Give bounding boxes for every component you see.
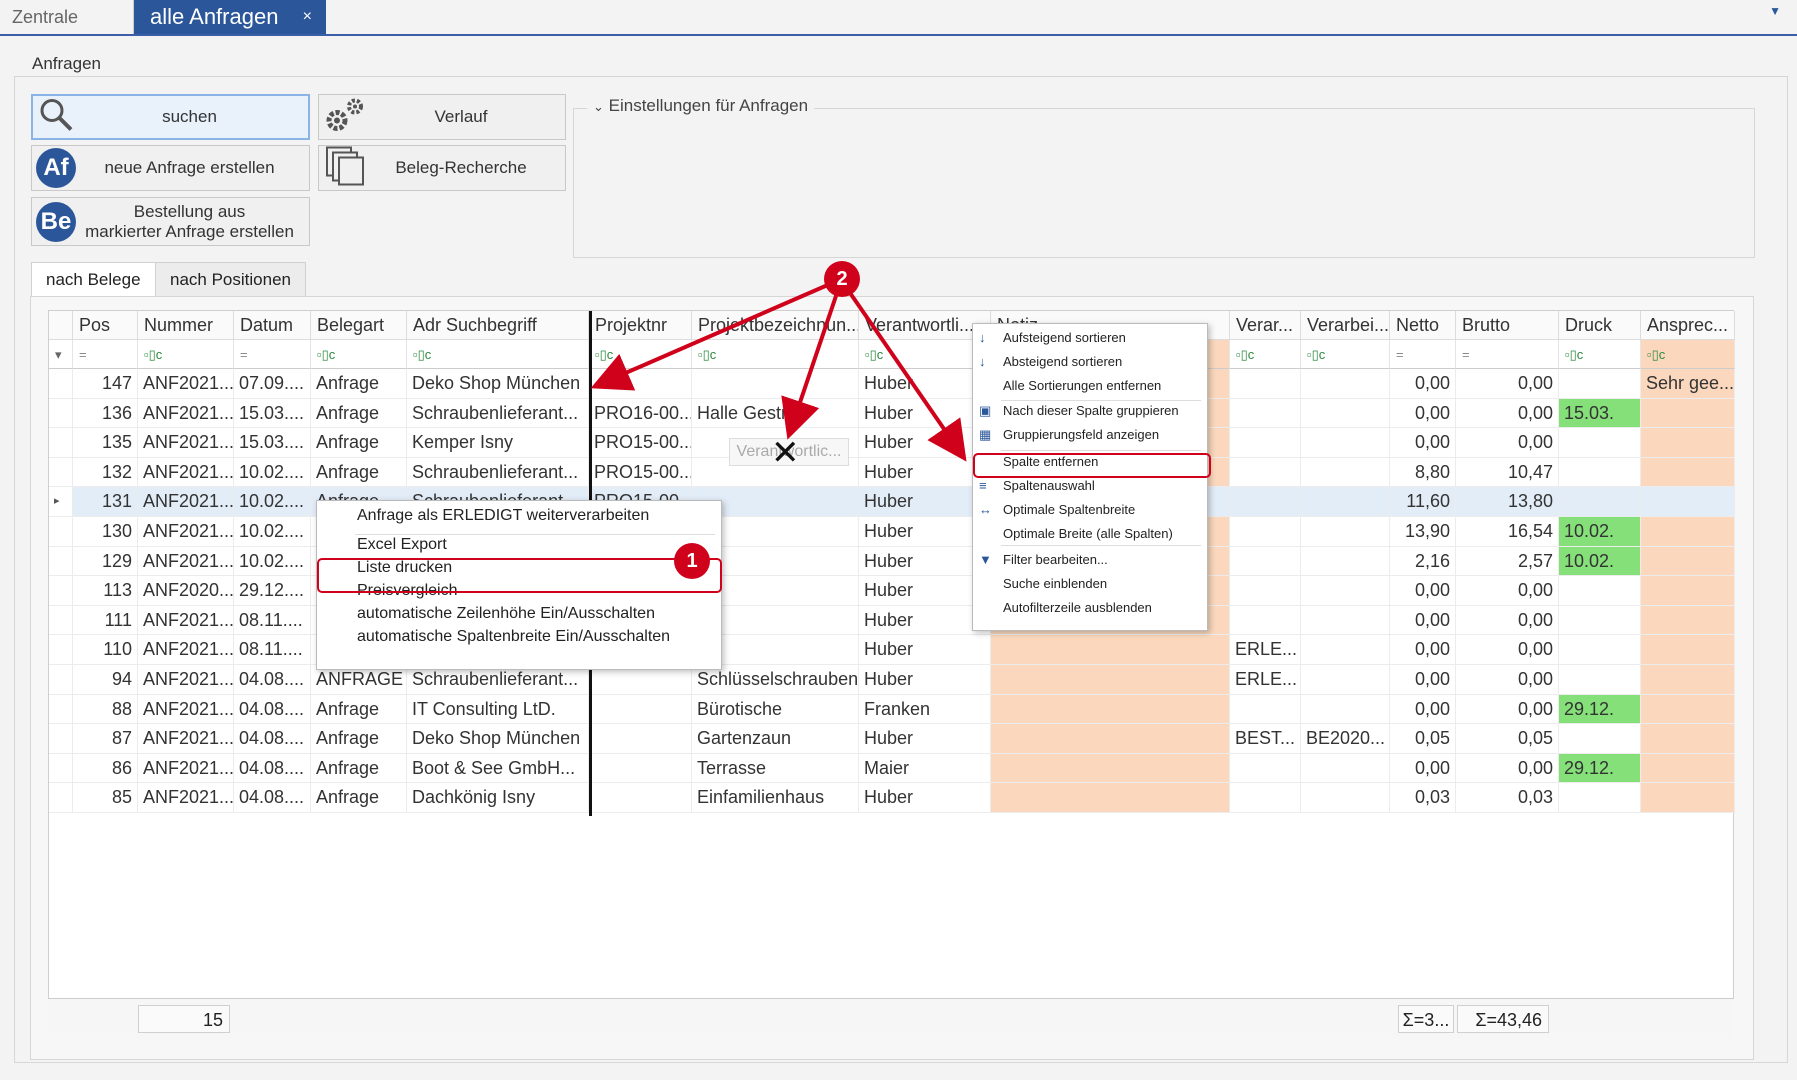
annotation-arrows	[590, 282, 967, 462]
annotation-badge-2: 2	[824, 261, 860, 297]
